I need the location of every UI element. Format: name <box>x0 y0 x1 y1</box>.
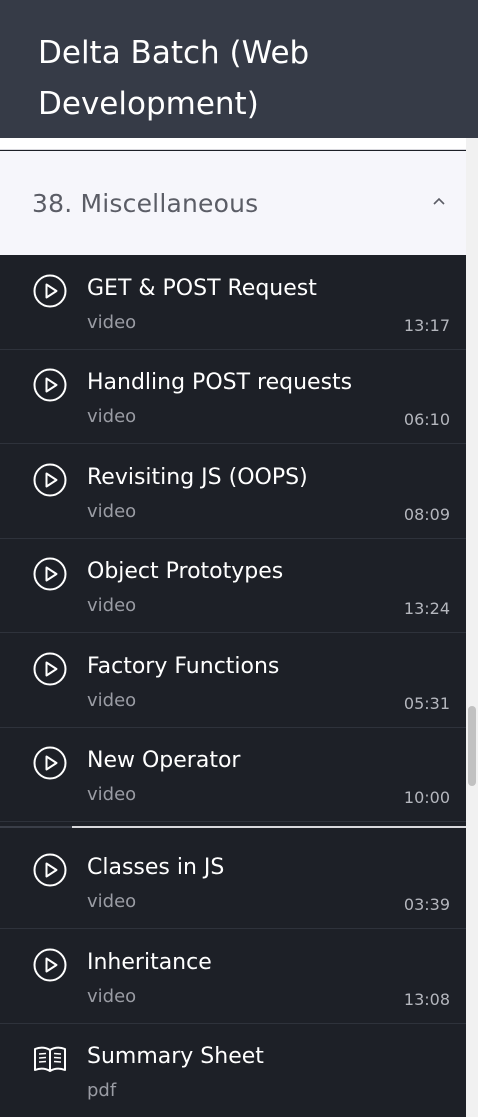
play-circle-icon <box>33 274 67 308</box>
lesson-item[interactable]: Object Prototypes video 13:24 <box>0 538 466 633</box>
lesson-type: video <box>87 891 137 912</box>
divider-rest <box>72 826 466 828</box>
lesson-title: Handling POST requests <box>87 370 353 395</box>
scrollbar[interactable] <box>466 138 478 1117</box>
course-title: Delta Batch (Web Development) <box>38 35 310 122</box>
book-icon <box>34 1046 66 1072</box>
lesson-title: Factory Functions <box>87 654 280 679</box>
lesson-type: video <box>87 784 137 805</box>
lesson-item[interactable]: Inheritance video 13:08 <box>0 929 466 1024</box>
lesson-item[interactable]: New Operator video 10:00 <box>0 727 466 822</box>
lesson-duration: 08:09 <box>403 505 450 524</box>
course-sidebar: Delta Batch (Web Development) 38. Miscel… <box>0 0 478 1117</box>
lesson-item[interactable]: Factory Functions video 05:31 <box>0 633 466 728</box>
lesson-title: Inheritance <box>87 950 212 975</box>
play-circle-icon <box>33 853 67 887</box>
lesson-item[interactable]: Handling POST requests video 06:10 <box>0 349 466 444</box>
lesson-duration: 13:08 <box>403 990 450 1009</box>
lesson-type: video <box>87 986 137 1007</box>
list-divider <box>0 822 466 830</box>
course-header: Delta Batch (Web Development) <box>0 0 478 138</box>
lesson-type: video <box>87 690 137 711</box>
lesson-title: GET & POST Request <box>87 276 317 301</box>
lesson-type: video <box>87 501 137 522</box>
lesson-title: Revisiting JS (OOPS) <box>87 465 308 490</box>
lesson-duration: 05:31 <box>403 694 450 713</box>
divider-lead <box>0 826 72 828</box>
scrollbar-thumb[interactable] <box>468 706 476 786</box>
lesson-duration: 13:17 <box>403 316 450 335</box>
lesson-title: Object Prototypes <box>87 559 284 584</box>
lesson-item[interactable]: Summary Sheet pdf <box>0 1023 466 1117</box>
play-circle-icon <box>33 463 67 497</box>
play-circle-icon <box>33 652 67 686</box>
lesson-duration: 03:39 <box>403 895 450 914</box>
lesson-item[interactable]: Classes in JS video 03:39 <box>0 834 466 929</box>
play-circle-icon <box>33 557 67 591</box>
play-circle-icon <box>33 746 67 780</box>
lesson-title: New Operator <box>87 748 241 773</box>
lesson-duration: 10:00 <box>403 788 450 807</box>
lesson-type: video <box>87 406 137 427</box>
section-title: 38. Miscellaneous <box>32 188 259 218</box>
lesson-duration: 06:10 <box>403 410 450 429</box>
lesson-title: Summary Sheet <box>87 1044 264 1069</box>
section-toggle[interactable]: 38. Miscellaneous <box>0 151 466 255</box>
lesson-type: video <box>87 312 137 333</box>
chevron-up-icon[interactable] <box>432 195 446 209</box>
lesson-item[interactable]: Revisiting JS (OOPS) video 08:09 <box>0 444 466 539</box>
lesson-type: pdf <box>87 1080 117 1101</box>
play-circle-icon <box>33 368 67 402</box>
header-divider <box>0 138 466 150</box>
lesson-duration: 13:24 <box>403 599 450 618</box>
play-circle-icon <box>33 948 67 982</box>
lesson-type: video <box>87 595 137 616</box>
lesson-item[interactable]: GET & POST Request video 13:17 <box>0 255 466 350</box>
lesson-title: Classes in JS <box>87 855 225 880</box>
